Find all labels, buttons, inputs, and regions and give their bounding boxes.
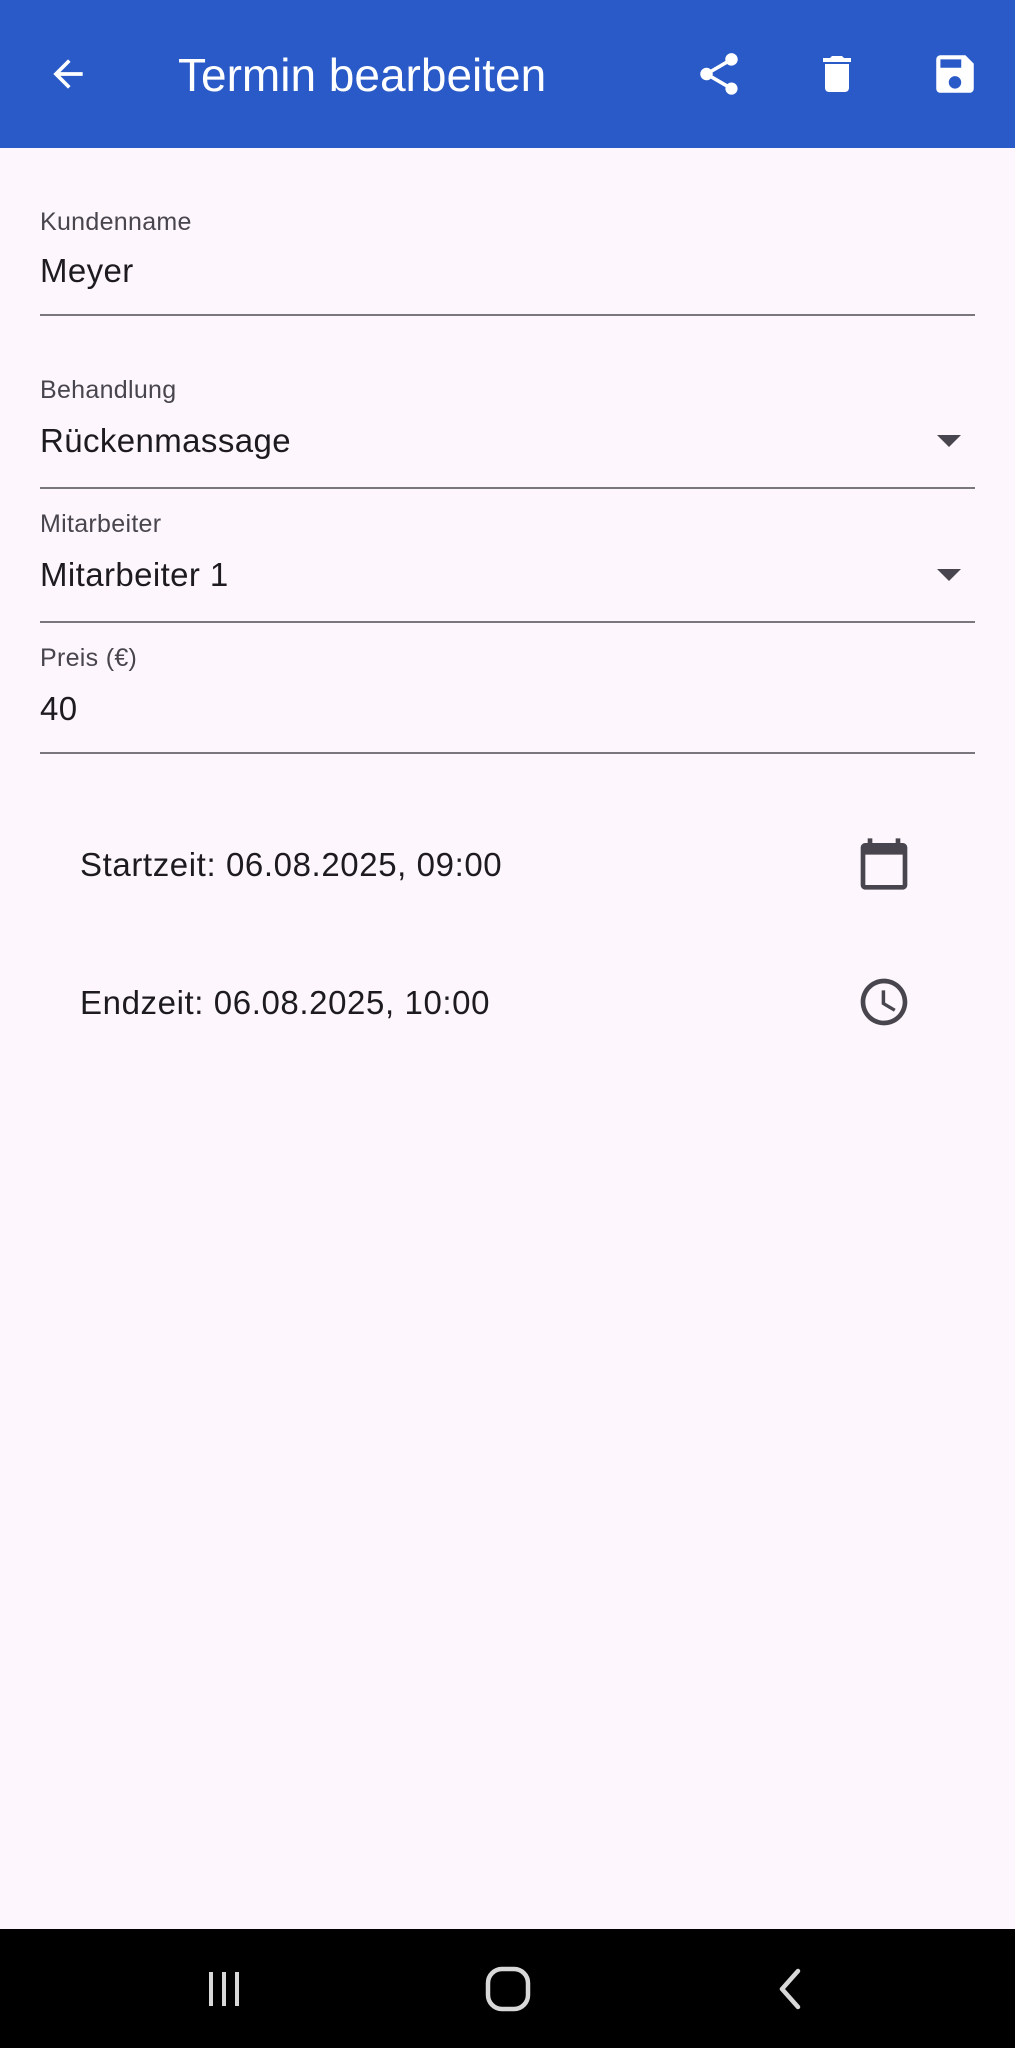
page-title: Termin bearbeiten xyxy=(178,49,547,101)
customer-name-field[interactable]: Kundenname Meyer xyxy=(40,200,975,318)
home-button[interactable] xyxy=(468,1949,548,2029)
recent-apps-icon xyxy=(209,1972,239,2006)
price-input[interactable]: 40 xyxy=(40,690,78,728)
back-button[interactable] xyxy=(28,34,108,114)
price-label: Preis (€) xyxy=(40,644,138,672)
system-nav-bar xyxy=(0,1929,1015,2048)
employee-value: Mitarbeiter 1 xyxy=(40,556,229,593)
system-back-button[interactable] xyxy=(752,1949,832,2029)
end-time-text: Endzeit: 06.08.2025, 10:00 xyxy=(80,984,491,1021)
start-time-text: Startzeit: 06.08.2025, 09:00 xyxy=(80,846,503,883)
delete-button[interactable] xyxy=(797,34,877,114)
treatment-value: Rückenmassage xyxy=(40,422,291,459)
customer-name-label: Kundenname xyxy=(40,208,192,236)
start-time-tile[interactable]: Startzeit: 06.08.2025, 09:00 xyxy=(40,804,975,924)
trash-icon xyxy=(823,56,851,92)
dropdown-arrow-icon xyxy=(937,435,961,447)
employee-select[interactable]: Mitarbeiter Mitarbeiter 1 xyxy=(40,502,975,624)
price-field[interactable]: Preis (€) 40 xyxy=(40,636,975,756)
treatment-select[interactable]: Behandlung Rückenmassage xyxy=(40,368,975,490)
customer-name-input[interactable]: Meyer xyxy=(40,252,134,290)
app-bar: Termin bearbeiten xyxy=(0,0,1015,148)
employee-underline xyxy=(40,621,975,623)
dropdown-arrow-icon xyxy=(937,569,961,581)
share-icon xyxy=(700,53,738,95)
treatment-label: Behandlung xyxy=(40,376,177,404)
floppy-disk-icon xyxy=(936,55,974,93)
back-chevron-icon xyxy=(779,1968,801,2010)
price-underline xyxy=(40,752,975,754)
recents-button[interactable] xyxy=(184,1949,264,2029)
clock-icon[interactable] xyxy=(856,974,912,1030)
arrow-left-icon xyxy=(53,59,83,89)
home-icon xyxy=(485,1966,531,2012)
share-button[interactable] xyxy=(679,34,759,114)
employee-label: Mitarbeiter xyxy=(40,510,162,538)
treatment-underline xyxy=(40,487,975,489)
save-button[interactable] xyxy=(915,34,995,114)
end-time-tile[interactable]: Endzeit: 06.08.2025, 10:00 xyxy=(40,942,975,1062)
customer-name-underline xyxy=(40,314,975,316)
calendar-icon[interactable] xyxy=(856,836,912,892)
